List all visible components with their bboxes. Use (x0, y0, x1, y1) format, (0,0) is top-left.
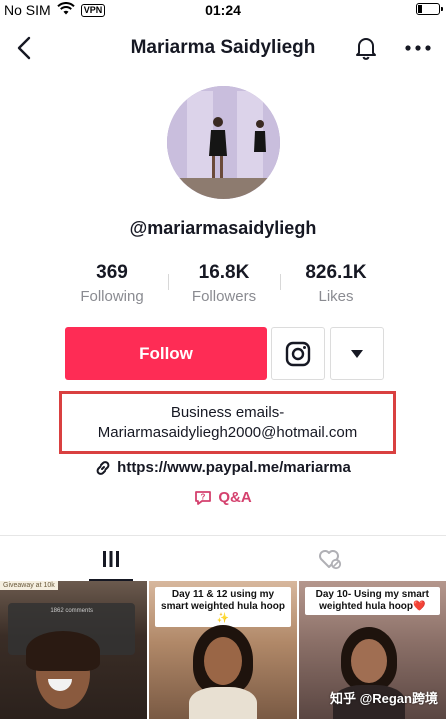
profile-tabs (0, 535, 446, 581)
video-caption: Giveaway at 10k (0, 581, 58, 590)
liked-hidden-icon (319, 550, 342, 570)
bio-email: Mariarmasaidyliegh2000@hotmail.com (97, 423, 358, 441)
bio-line: Business emails- (170, 403, 285, 421)
video-caption: Day 11 & 12 using my smart weighted hula… (155, 587, 291, 627)
instagram-icon (285, 341, 311, 366)
nav-header: Mariarma Saidyliegh (0, 22, 446, 76)
stat-label: Following (80, 288, 144, 305)
stat-label: Followers (191, 288, 257, 305)
link-text: https://www.paypal.me/mariarma (117, 459, 351, 476)
stat-value: 369 (96, 262, 128, 283)
stats-row: 369 Following 16.8K Followers 826.1K Lik… (56, 262, 392, 306)
page-title: Mariarma Saidyliegh (130, 37, 316, 58)
tab-liked[interactable] (308, 536, 352, 582)
video-grid: Giveaway at 10k 1862 comments Day 11 & 1… (0, 581, 446, 719)
qa-button[interactable]: ? Q&A (0, 489, 446, 506)
video-caption: Day 10- Using my smart weighted hula hoo… (304, 587, 440, 615)
avatar[interactable] (167, 86, 280, 199)
stat-followers[interactable]: 16.8K Followers (168, 262, 280, 306)
notification-button[interactable] (352, 34, 380, 62)
videos-grid-icon (103, 551, 119, 567)
stat-likes[interactable]: 826.1K Likes (280, 262, 392, 306)
back-button[interactable] (10, 34, 38, 62)
caret-down-icon (351, 349, 363, 358)
comment-count: 1862 comments (50, 608, 94, 614)
qa-label: Q&A (218, 489, 252, 506)
stat-value: 16.8K (198, 262, 250, 283)
username: @mariarmasaidyliegh (129, 218, 317, 238)
suggested-accounts-button[interactable] (330, 327, 384, 380)
qa-icon: ? (195, 490, 212, 505)
video-thumbnail[interactable]: Day 10- Using my smart weighted hula hoo… (298, 581, 446, 719)
video-thumbnail[interactable]: Giveaway at 10k 1862 comments (0, 581, 148, 719)
back-arrow-icon (17, 36, 31, 60)
video-thumbnail[interactable]: Day 11 & 12 using my smart weighted hula… (149, 581, 297, 719)
status-time: 01:24 (205, 2, 241, 18)
profile-link[interactable]: https://www.paypal.me/mariarma (0, 459, 446, 476)
status-bar: No SIM VPN 01:24 (0, 0, 446, 22)
bell-icon (356, 38, 376, 60)
more-icon (405, 45, 431, 51)
stat-label: Likes (318, 288, 354, 305)
watermark: 知乎 @Regan跨境 (329, 691, 438, 706)
link-icon (96, 460, 110, 475)
stat-value: 826.1K (305, 262, 367, 283)
svg-text:?: ? (201, 492, 206, 501)
tab-videos[interactable] (89, 536, 133, 582)
follow-button[interactable]: Follow (65, 327, 267, 380)
battery-icon (416, 3, 443, 15)
stat-following[interactable]: 369 Following (56, 262, 168, 306)
instagram-button[interactable] (271, 327, 325, 380)
more-options-button[interactable] (402, 34, 434, 62)
bio: Business emails- Mariarmasaidyliegh2000@… (59, 391, 396, 454)
